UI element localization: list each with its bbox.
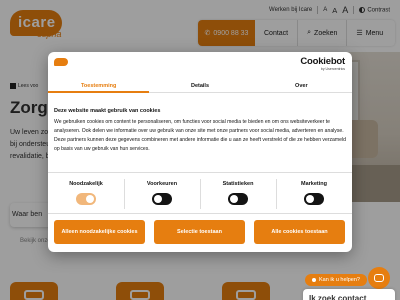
- contact-card[interactable]: Ik zoek contact: [303, 289, 395, 300]
- statistics-toggle[interactable]: [228, 193, 248, 205]
- allow-necessary-only-button[interactable]: Alleen noodzakelijke cookies: [54, 220, 145, 244]
- help-chat-label: Kan ik u helpen?: [319, 277, 360, 283]
- category-statistics: Statistieken: [200, 181, 276, 205]
- toggle-knob: [154, 195, 162, 203]
- category-label: Voorkeuren: [146, 181, 178, 187]
- category-marketing: Marketing: [276, 181, 352, 205]
- consent-tabs: Toestemming Details Over: [48, 80, 352, 93]
- tab-about[interactable]: Over: [251, 80, 352, 92]
- toggle-knob: [86, 195, 94, 203]
- tab-details[interactable]: Details: [149, 80, 250, 92]
- allow-selection-button[interactable]: Selectie toestaan: [154, 220, 245, 244]
- cookiebot-brand: Cookiebot by Usercentrics: [300, 57, 345, 72]
- marketing-toggle[interactable]: [304, 193, 324, 205]
- category-label: Noodzakelijk: [69, 181, 103, 187]
- necessary-toggle: [76, 193, 96, 205]
- chat-button[interactable]: [368, 267, 390, 289]
- category-preferences: Voorkeuren: [124, 181, 200, 205]
- toggle-knob: [230, 195, 238, 203]
- preferences-toggle[interactable]: [152, 193, 172, 205]
- allow-all-cookies-button[interactable]: Alle cookies toestaan: [254, 220, 345, 244]
- toggle-knob: [306, 195, 314, 203]
- online-dot-icon: [312, 278, 316, 282]
- divider: [48, 213, 352, 214]
- icare-logo-small: [54, 58, 68, 66]
- help-chat-pill[interactable]: Kan ik u helpen?: [305, 274, 367, 286]
- category-necessary: Noodzakelijk: [48, 181, 124, 205]
- category-label: Marketing: [301, 181, 327, 187]
- chat-bubble-icon: [374, 274, 384, 282]
- cookiebot-name: Cookiebot: [300, 56, 345, 67]
- tab-consent[interactable]: Toestemming: [48, 80, 150, 93]
- cookie-dialog-heading: Deze website maakt gebruik van cookies: [54, 108, 161, 114]
- cookie-dialog-body: We gebruiken cookies om content te perso…: [54, 119, 346, 152]
- cookiebot-byline: by Usercentrics: [320, 67, 345, 71]
- consent-categories: Noodzakelijk Voorkeuren Statistieken Mar…: [48, 172, 352, 212]
- category-label: Statistieken: [222, 181, 254, 187]
